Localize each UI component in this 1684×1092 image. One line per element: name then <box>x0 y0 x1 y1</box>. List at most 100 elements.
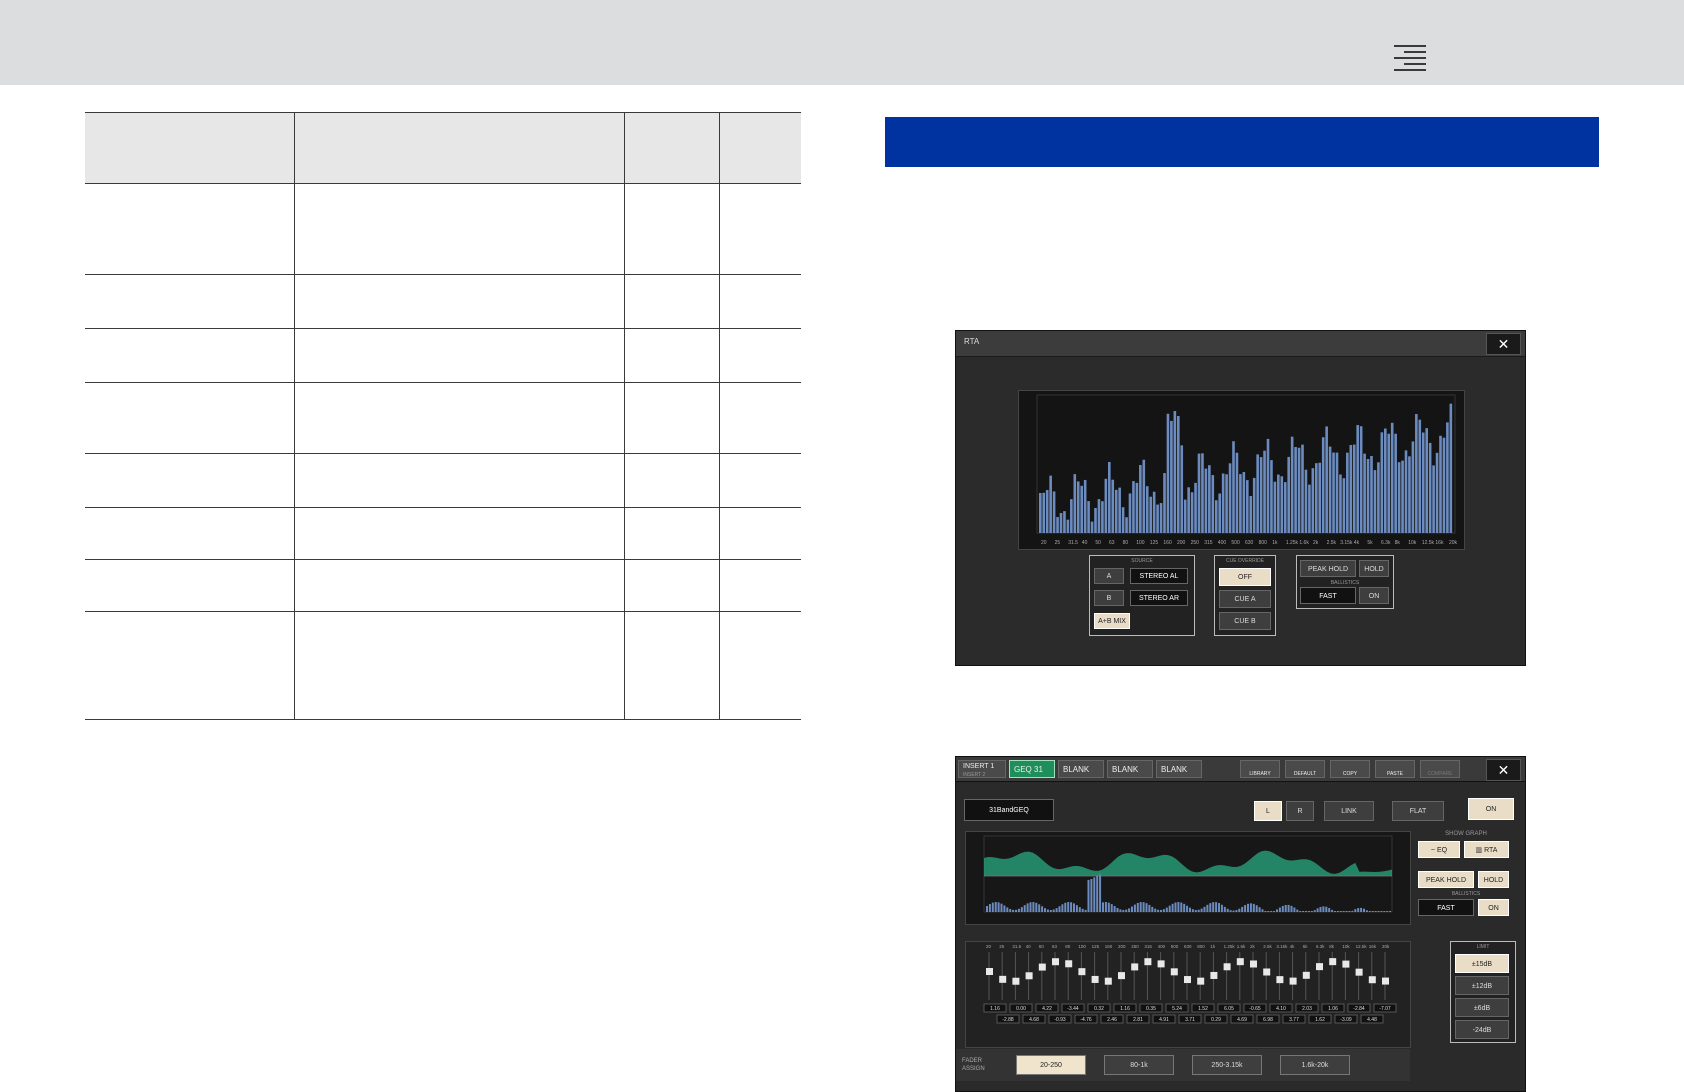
ballistics-on-button[interactable]: ON <box>1359 587 1389 604</box>
fader-knob[interactable] <box>1104 977 1112 985</box>
rta-bar <box>1373 470 1377 533</box>
fader-knob[interactable] <box>1078 968 1086 976</box>
source-a-button[interactable]: A <box>1094 568 1124 584</box>
fader-knob[interactable] <box>1210 971 1218 979</box>
peak-hold-button[interactable]: PEAK HOLD <box>1300 560 1356 577</box>
fader-knob[interactable] <box>1038 963 1046 971</box>
fader-knob[interactable] <box>1091 975 1099 983</box>
source-b-button[interactable]: B <box>1094 590 1124 606</box>
fader-knob[interactable] <box>999 975 1007 983</box>
ballistics-select[interactable]: FAST <box>1300 587 1356 604</box>
geq-ballistics-select[interactable]: FAST <box>1418 899 1474 916</box>
fader-knob[interactable] <box>1223 963 1231 971</box>
fader-assign-1k6-20k[interactable]: 1.6k-20k <box>1280 1055 1350 1075</box>
close-icon[interactable]: ✕ <box>1486 759 1521 781</box>
limit-15db-button[interactable]: ±15dB <box>1455 954 1509 973</box>
fader-knob[interactable] <box>1329 958 1337 966</box>
default-button[interactable]: DEFAULT <box>1285 760 1325 778</box>
rta-bar <box>1449 403 1453 533</box>
geq-rta-bar <box>1073 903 1075 912</box>
limit-6db-button[interactable]: ±6dB <box>1455 998 1509 1017</box>
fader-knob[interactable] <box>1250 960 1257 968</box>
fader-knob[interactable] <box>1025 972 1033 980</box>
r-button[interactable]: R <box>1286 801 1314 821</box>
fader-freq-label: 80 <box>1065 944 1071 949</box>
fader-knob[interactable] <box>1355 968 1363 976</box>
rta-bar <box>1070 499 1073 533</box>
rta-bar <box>1387 433 1391 533</box>
geq-on-button[interactable]: ON <box>1468 798 1514 820</box>
fader-assign-250-3k15[interactable]: 250-3.15k <box>1192 1055 1262 1075</box>
fader-knob[interactable] <box>1302 971 1310 979</box>
fader-knob[interactable] <box>1157 960 1165 968</box>
geq-peak-hold-button[interactable]: PEAK HOLD <box>1418 871 1474 888</box>
rta-bar <box>1273 481 1277 533</box>
limit-12db-button[interactable]: ±12dB <box>1455 976 1509 995</box>
fader-knob[interactable] <box>986 968 993 975</box>
cue-a-button[interactable]: CUE A <box>1219 590 1271 608</box>
fader-freq-label: 630 <box>1184 944 1192 949</box>
fader-knob[interactable] <box>1184 976 1191 984</box>
fader-knob[interactable] <box>1342 960 1350 968</box>
fader-knob[interactable] <box>1263 968 1271 976</box>
fader-knob[interactable] <box>1289 977 1297 985</box>
rta-graph-button[interactable]: ▥ RTA <box>1464 841 1509 858</box>
fader-assign-80-1k[interactable]: 80-1k <box>1104 1055 1174 1075</box>
geq-rta-bar <box>1191 909 1194 912</box>
copy-button[interactable]: COPY <box>1330 760 1370 778</box>
library-button[interactable]: LIBRARY <box>1240 760 1280 778</box>
tab-blank-3[interactable]: BLANK <box>1156 760 1202 778</box>
rta-bar <box>1201 453 1204 533</box>
fader-knob[interactable] <box>1316 963 1323 971</box>
tab-geq31[interactable]: GEQ 31 <box>1009 760 1055 778</box>
fader-knob[interactable] <box>1131 963 1139 971</box>
menu-icon[interactable] <box>1394 45 1426 71</box>
fader-knob[interactable] <box>1197 977 1205 985</box>
band-value-top: -7.07 <box>1379 1006 1391 1012</box>
fader-knob[interactable] <box>1170 968 1178 976</box>
fader-knob[interactable] <box>1144 958 1152 966</box>
stereo-al-select[interactable]: STEREO AL <box>1130 568 1188 584</box>
table-row <box>85 507 801 560</box>
stereo-ar-select[interactable]: STEREO AR <box>1130 590 1188 606</box>
fader-knob[interactable] <box>1382 977 1389 985</box>
rta-freq-label: 500 <box>1231 540 1240 546</box>
tab-blank-1[interactable]: BLANK <box>1058 760 1104 778</box>
fader-knob[interactable] <box>1065 960 1073 968</box>
ab-mix-button[interactable]: A+B MIX <box>1094 613 1130 629</box>
limit-24db-button[interactable]: -24dB <box>1455 1020 1509 1039</box>
eq-graph-button[interactable]: ~ EQ <box>1418 841 1460 858</box>
geq-ballistics-on-button[interactable]: ON <box>1478 899 1509 916</box>
paste-button[interactable]: PASTE <box>1375 760 1415 778</box>
cue-off-button[interactable]: OFF <box>1219 568 1271 586</box>
rta-bar <box>1121 507 1125 533</box>
fader-knob[interactable] <box>1276 976 1284 984</box>
close-icon[interactable]: ✕ <box>1486 333 1521 355</box>
geq-rta-bar <box>1186 905 1189 912</box>
geq-rta-bar <box>1015 909 1017 912</box>
preset-name-field[interactable]: 31BandGEQ <box>964 799 1054 821</box>
rta-window: RTA ✕ 20 25 31.5 40 50 63 80 100 125 160 200 250 315… <box>955 330 1526 666</box>
band-value-bottom: 3.71 <box>1185 1017 1195 1023</box>
fader-knob[interactable] <box>1052 958 1059 966</box>
fader-knob[interactable] <box>1236 958 1244 966</box>
flat-button[interactable]: FLAT <box>1392 801 1444 821</box>
cue-b-button[interactable]: CUE B <box>1219 612 1271 630</box>
rta-freq-label: 25 <box>1055 540 1061 546</box>
fader-knob[interactable] <box>1012 977 1020 985</box>
fader-knob[interactable] <box>1118 972 1125 980</box>
geq-toolbar: INSERT 1 INSERT 2 GEQ 31 BLANK BLANK BLA… <box>956 757 1525 782</box>
hold-button[interactable]: HOLD <box>1359 560 1389 577</box>
geq-rta-bar <box>1081 908 1084 912</box>
compare-button[interactable]: COMPARE <box>1420 760 1460 778</box>
fader-assign-20-250[interactable]: 20-250 <box>1016 1055 1086 1075</box>
rta-bar <box>1076 481 1080 533</box>
insert-selector[interactable]: INSERT 1 INSERT 2 <box>958 760 1006 778</box>
l-button[interactable]: L <box>1254 801 1282 821</box>
geq-rta-bar <box>1290 905 1293 912</box>
link-button[interactable]: LINK <box>1324 801 1374 821</box>
band-value-bottom: -4.76 <box>1080 1017 1092 1023</box>
tab-blank-2[interactable]: BLANK <box>1107 760 1153 778</box>
fader-knob[interactable] <box>1368 976 1376 984</box>
geq-hold-button[interactable]: HOLD <box>1478 871 1509 888</box>
